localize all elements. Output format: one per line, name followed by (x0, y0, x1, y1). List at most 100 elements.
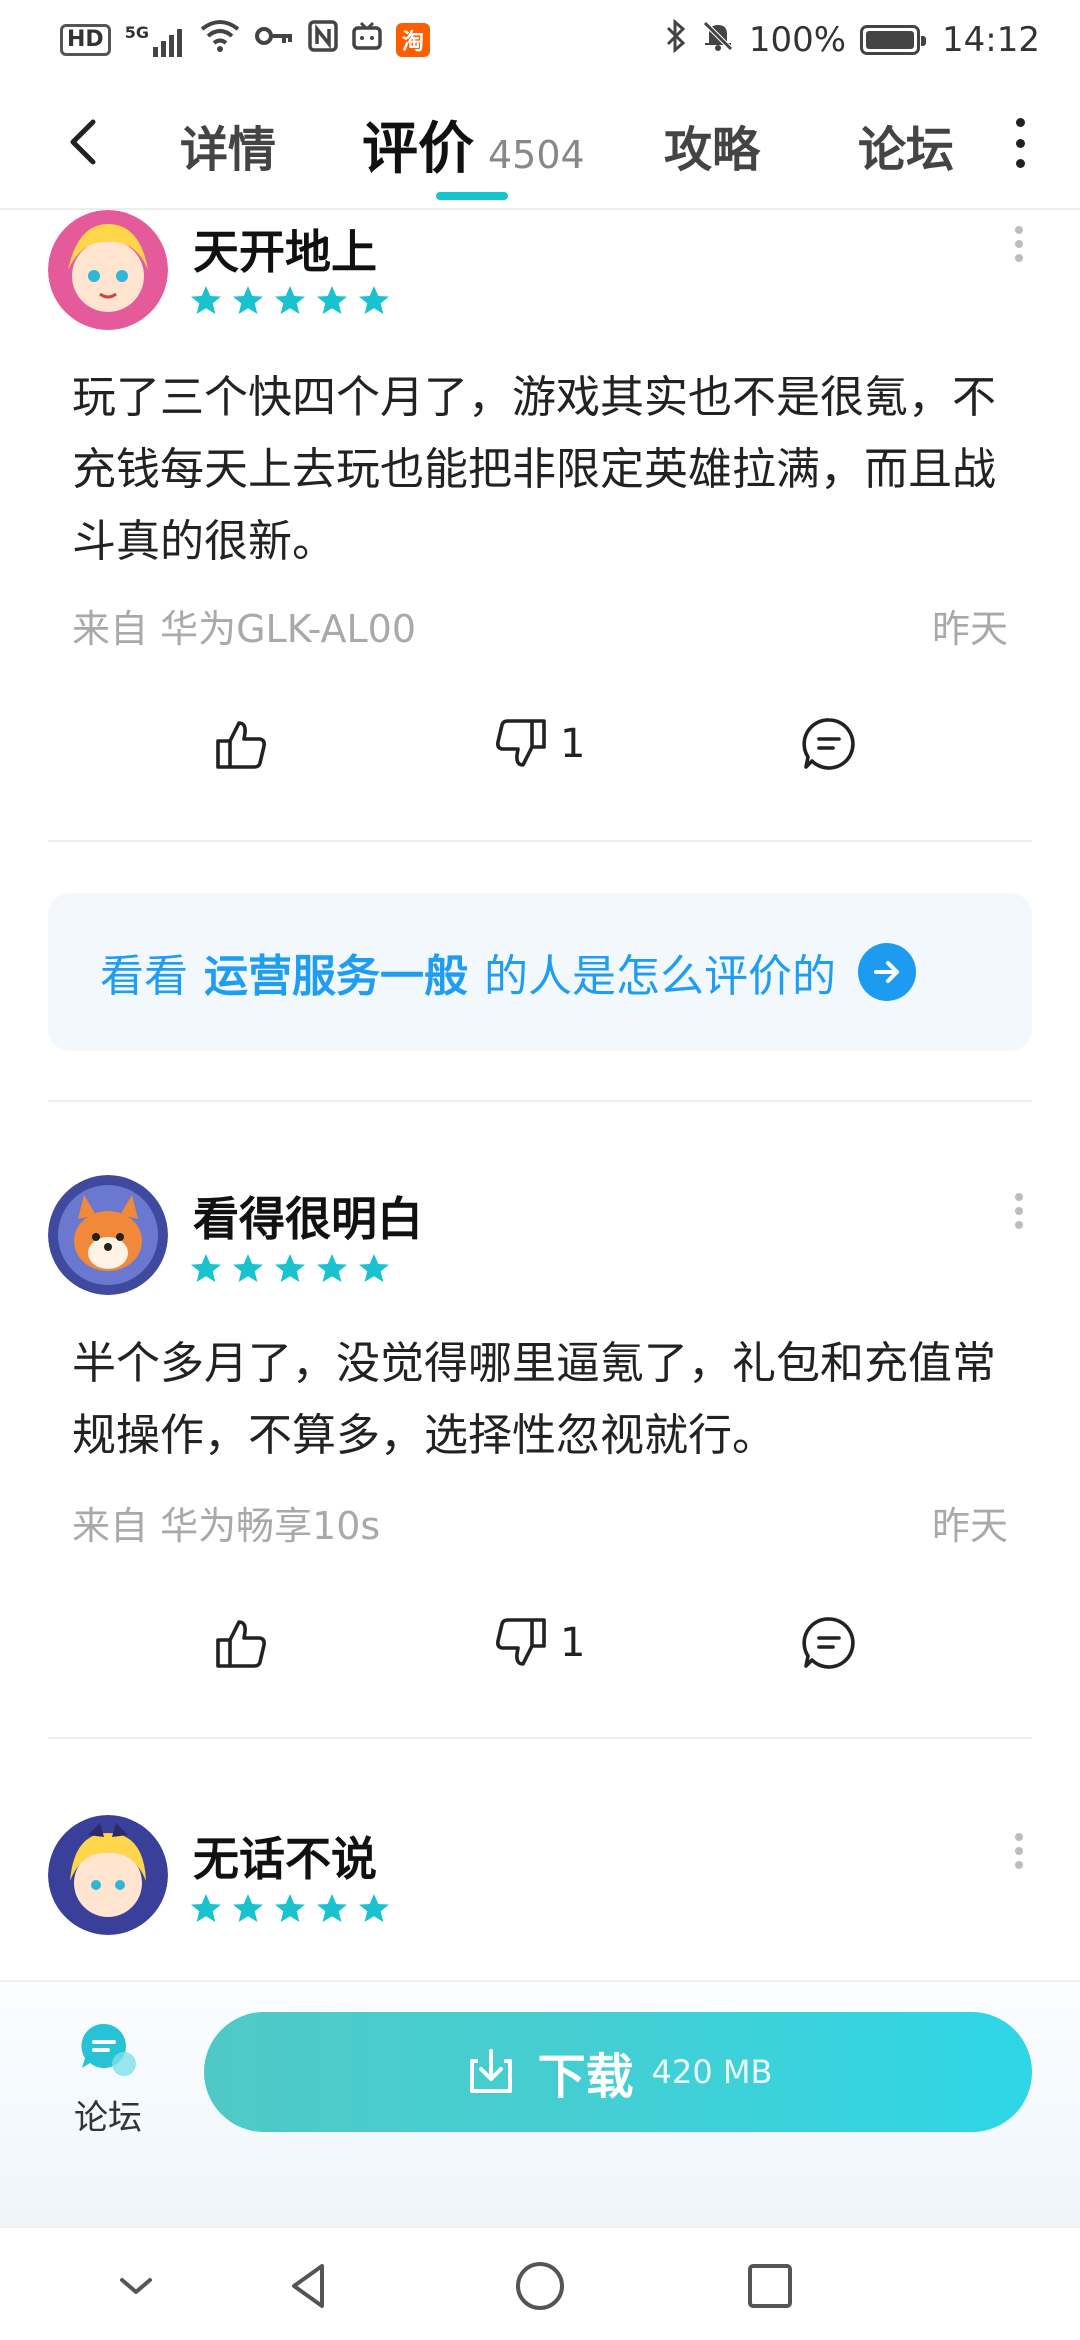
review-card: 无话不说 (0, 1815, 1080, 1975)
status-left: HD 5G 淘 (60, 19, 430, 62)
star-icon (191, 1254, 221, 1282)
star-icon (233, 1894, 263, 1922)
divider (48, 1100, 1032, 1102)
comment-icon (802, 718, 855, 770)
chevron-left-icon (70, 119, 96, 165)
system-navigation-bar (0, 2226, 1080, 2340)
star-icon (317, 1894, 347, 1922)
reviewer-name[interactable]: 无话不说 (193, 1823, 377, 1889)
star-icon (317, 1254, 347, 1282)
forum-shortcut-button[interactable]: 论坛 (58, 2020, 158, 2139)
review-menu-button[interactable] (1013, 1193, 1025, 1229)
review-date: 昨天 (931, 607, 1008, 651)
status-right: 100% 14:12 (665, 18, 1040, 62)
review-actions: 1 (0, 1603, 1080, 1683)
star-icon (317, 286, 347, 314)
hd-indicator: HD (60, 24, 111, 56)
divider (48, 840, 1032, 842)
download-icon (469, 2049, 512, 2093)
star-icon (233, 1254, 263, 1282)
system-home-button[interactable] (512, 2258, 568, 2314)
download-button[interactable]: 下载 420 MB (204, 2012, 1032, 2132)
review-count: 4504 (488, 133, 585, 177)
hide-keyboard-button[interactable] (108, 2258, 164, 2314)
battery-percent: 100% (748, 20, 847, 60)
status-bar: HD 5G 淘 100% 14:12 (0, 0, 1080, 80)
tab-guides[interactable]: 攻略 (664, 110, 760, 180)
dislike-button[interactable]: 1 (492, 1603, 585, 1683)
thumbs-up-icon (216, 1620, 266, 1668)
square-recents-icon (748, 2264, 792, 2308)
tab-details-label: 详情 (180, 122, 277, 178)
star-icon (233, 286, 263, 314)
avatar[interactable] (48, 1175, 168, 1295)
divider (48, 1737, 1032, 1739)
tab-reviews[interactable]: 评价 4504 (362, 104, 585, 182)
dislike-button[interactable]: 1 (492, 704, 585, 784)
tv-app-icon (352, 20, 382, 60)
review-card: 看得很明白 半个多月了，没觉得哪里逼氪了，礼包和充值常规操作，不算多，选择性忽视… (0, 1175, 1080, 1739)
review-device-source: 来自 华为GLK-AL00 (72, 607, 417, 651)
review-actions: 1 (0, 704, 1080, 784)
more-options-button[interactable] (1010, 118, 1030, 168)
comment-button[interactable] (800, 704, 858, 784)
battery-icon (860, 25, 927, 55)
dislike-count: 1 (560, 721, 586, 767)
thumbs-up-icon (216, 721, 266, 769)
banner-tag: 运营服务一般 (204, 951, 468, 1002)
battery-level (866, 31, 915, 49)
thumbs-down-icon (496, 719, 546, 767)
review-menu-button[interactable] (1013, 226, 1025, 262)
star-icon (359, 1254, 389, 1282)
reviewer-name[interactable]: 看得很明白 (193, 1183, 423, 1249)
review-text: 半个多月了，没觉得哪里逼氪了，礼包和充值常规操作，不算多，选择性忽视就行。 (72, 1338, 996, 1461)
chevron-down-icon (120, 2278, 152, 2294)
thumbs-down-icon (496, 1618, 546, 1666)
circle-home-icon (516, 2262, 564, 2310)
star-icon (359, 1894, 389, 1922)
star-icon (191, 286, 221, 314)
tab-details[interactable]: 详情 (180, 110, 276, 180)
clock: 14:12 (942, 20, 1040, 60)
tab-forum-label: 论坛 (858, 122, 955, 178)
avatar[interactable] (48, 210, 168, 330)
top-nav: 详情 评价 4504 攻略 论坛 (0, 80, 1080, 210)
review-date: 昨天 (931, 1504, 1008, 1548)
star-icon (275, 1894, 305, 1922)
star-rating (190, 1893, 390, 1925)
arrow-right-icon (858, 943, 916, 1001)
banner-prefix: 看看 (100, 951, 188, 1002)
mute-bell-icon (701, 19, 735, 62)
back-button[interactable] (55, 112, 115, 172)
reviewer-name[interactable]: 天开地上 (193, 216, 377, 282)
comment-button[interactable] (800, 1603, 858, 1683)
tab-forum[interactable]: 论坛 (858, 110, 954, 180)
review-device-source: 来自 华为畅享10s (72, 1504, 381, 1548)
system-recents-button[interactable] (742, 2258, 798, 2314)
star-icon (275, 1254, 305, 1282)
review-text: 玩了三个快四个月了，游戏其实也不是很氪，不充钱每天上去玩也能把非限定英雄拉满，而… (72, 372, 996, 567)
network-type: 5G (124, 23, 149, 42)
star-icon (191, 1894, 221, 1922)
triangle-back-icon (292, 2264, 324, 2308)
system-back-button[interactable] (282, 2258, 338, 2314)
tag-filter-banner[interactable]: 看看 运营服务一般 的人是怎么评价的 (48, 893, 1032, 1051)
taobao-icon: 淘 (395, 23, 430, 57)
star-icon (359, 286, 389, 314)
tab-reviews-label: 评价 (362, 117, 474, 182)
download-label: 下载 (537, 2049, 634, 2105)
star-rating (190, 1253, 390, 1285)
download-bar: 论坛 下载 420 MB (0, 1980, 1080, 2226)
star-rating (190, 285, 390, 317)
key-icon (254, 20, 294, 60)
signal-icon: 5G (125, 23, 186, 57)
like-button[interactable] (212, 704, 270, 784)
tab-guides-label: 攻略 (664, 122, 761, 178)
avatar[interactable] (48, 1815, 168, 1935)
dislike-count: 1 (560, 1620, 586, 1666)
review-card: 天开地上 玩了三个快四个月了，游戏其实也不是很氪，不充钱每天上去玩也能把非限定英… (0, 210, 1080, 850)
forum-chat-icon (81, 2023, 136, 2076)
review-menu-button[interactable] (1013, 1833, 1025, 1869)
like-button[interactable] (212, 1603, 270, 1683)
comment-icon (802, 1617, 855, 1669)
